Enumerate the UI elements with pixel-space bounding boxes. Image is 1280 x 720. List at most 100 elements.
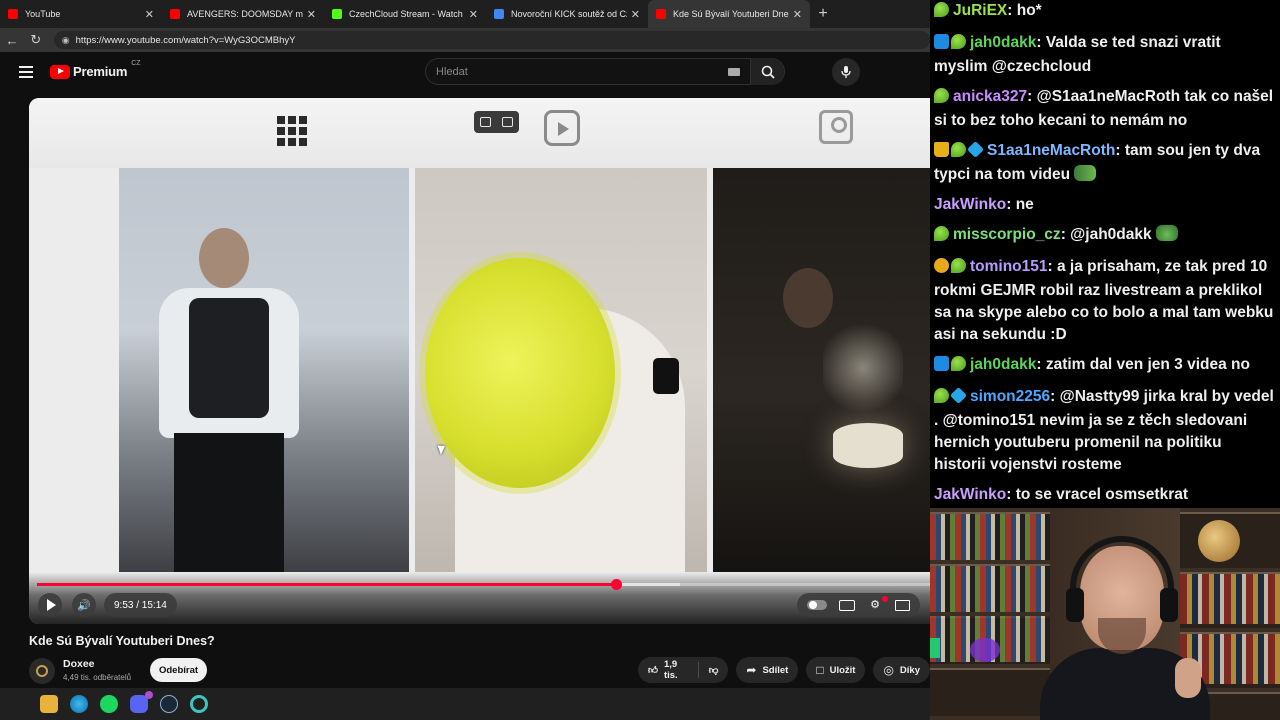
browser-tab[interactable]: Novoroční KICK soutěž od CzechC ✕ — [486, 0, 648, 28]
tab-label: CzechCloud Stream - Watch Live on — [349, 9, 465, 19]
back-icon[interactable]: ← — [0, 33, 24, 48]
profile-icon — [819, 110, 853, 144]
discord-icon[interactable] — [130, 691, 153, 713]
chat-username[interactable]: simon2256 — [970, 388, 1050, 405]
search-box[interactable]: Hledat — [425, 58, 785, 85]
volume-button[interactable]: 🔊 — [72, 593, 96, 617]
chat-message: JuRiEX: ho* — [934, 0, 1274, 24]
streamer-webcam — [930, 508, 1280, 720]
globe-decoration — [1198, 520, 1240, 562]
save-button[interactable]: □ Uložit — [806, 657, 866, 683]
browser-tab[interactable]: Kde Sú Bývalí Youtuberi Dnes ✕ — [648, 0, 810, 28]
url-text: https://www.youtube.com/watch?v=WyG3OCMB… — [75, 34, 296, 46]
channel-avatar[interactable] — [29, 658, 55, 684]
tab-label: Kde Sú Bývalí Youtuberi Dnes — [673, 9, 789, 19]
leaf-badge-icon — [934, 226, 949, 241]
tab-close-icon[interactable]: ✕ — [145, 8, 154, 21]
chat-text: @jah0dakk — [1070, 226, 1152, 243]
search-input[interactable]: Hledat — [436, 66, 728, 78]
new-tab-button[interactable]: + — [810, 0, 836, 28]
chat-username[interactable]: misscorpio_cz — [953, 226, 1061, 243]
chat-username[interactable]: JuRiEX — [953, 2, 1007, 19]
leaf-badge-icon — [934, 388, 949, 403]
url-field[interactable]: ◉ https://www.youtube.com/watch?v=WyG3OC… — [53, 31, 930, 49]
windows-start-icon[interactable] — [12, 696, 28, 712]
tab-label: Novoroční KICK soutěž od CzechC — [511, 9, 627, 19]
like-button[interactable]: 👍︎ 1,9 tis. — [638, 657, 698, 683]
file-explorer-icon[interactable] — [40, 695, 58, 713]
subtitles-icon[interactable] — [839, 599, 855, 611]
video-player[interactable]: 🔊 9:53 / 15:14 ⚙ — [29, 98, 930, 624]
youtube-logo[interactable]: Premium CZ — [50, 60, 141, 79]
tab-close-icon[interactable]: ✕ — [631, 8, 640, 21]
windows-taskbar — [0, 688, 930, 720]
tab-favicon-icon — [332, 9, 342, 19]
video-frame-yellow-ball — [415, 168, 707, 572]
browser-tab[interactable]: AVENGERS: DOOMSDAY mě začíná ✕ — [162, 0, 324, 28]
video-frame-top — [29, 98, 930, 168]
chat-username[interactable]: jah0dakk — [970, 356, 1036, 373]
browser-tab[interactable]: CzechCloud Stream - Watch Live on ✕ — [324, 0, 486, 28]
progress-bar[interactable] — [37, 579, 930, 590]
share-button[interactable]: ➦ Sdílet — [736, 657, 799, 683]
chat-message: jah0dakk: Valda se ted snazi vratit mysl… — [934, 34, 1221, 75]
chat-text: ne — [1015, 196, 1034, 213]
menu-icon[interactable] — [19, 66, 33, 78]
steam-icon[interactable] — [160, 695, 178, 713]
leaf-badge-icon — [951, 356, 966, 371]
chat-username[interactable]: S1aa1neMacRoth — [987, 142, 1115, 159]
chat-username[interactable]: JakWinko — [934, 486, 1006, 503]
tab-close-icon[interactable]: ✕ — [307, 8, 316, 21]
tab-close-icon[interactable]: ✕ — [469, 8, 478, 21]
channel-name[interactable]: Doxee — [63, 658, 95, 670]
thanks-button[interactable]: ◎ Díky — [873, 657, 930, 683]
edge-browser-icon[interactable] — [70, 695, 88, 713]
dislike-button[interactable]: 👎︎ — [699, 657, 729, 683]
video-title: Kde Sú Bývalí Youtuberi Dnes? — [29, 634, 215, 648]
grid-icon — [277, 116, 307, 146]
chat-badges — [934, 258, 968, 280]
tab-label: YouTube — [25, 9, 61, 19]
gem-badge-icon — [967, 141, 984, 158]
miniplayer-icon[interactable] — [895, 599, 910, 611]
reels-icon — [544, 110, 580, 146]
chat-message: anicka327: @S1aa1neMacRoth tak co našel … — [934, 88, 1274, 129]
tab-favicon-icon — [170, 9, 180, 19]
reload-icon[interactable]: ↻ — [24, 32, 48, 48]
play-button[interactable] — [38, 593, 62, 617]
chat-badges — [934, 34, 968, 56]
youtube-play-logo-icon — [50, 64, 70, 79]
autoplay-toggle[interactable] — [807, 600, 827, 610]
right-controls: ⚙ — [797, 593, 920, 617]
voice-search-button[interactable] — [832, 58, 860, 86]
chat-username[interactable]: jah0dakk — [970, 34, 1036, 51]
chat-message: simon2256: @Nastty99 jirka kral by vedel… — [934, 387, 1274, 473]
share-arrow-icon: ➦ — [746, 663, 757, 677]
like-count: 1,9 tis. — [663, 659, 678, 681]
chat-badges — [934, 88, 951, 110]
chat-username[interactable]: tomino151 — [970, 258, 1048, 275]
keyboard-icon[interactable] — [728, 67, 740, 76]
site-info-icon[interactable]: ◉ — [62, 35, 70, 46]
settings-gear-icon[interactable]: ⚙ — [867, 596, 888, 611]
chat-username[interactable]: JakWinko — [934, 196, 1006, 213]
tab-favicon-icon — [8, 9, 18, 19]
video-frame-birthday-cake — [713, 168, 930, 572]
browser-tab[interactable]: YouTube ✕ — [0, 0, 162, 28]
thumbs-down-icon: 👎︎ — [708, 665, 719, 676]
address-bar: ← ↻ ◉ https://www.youtube.com/watch?v=Wy… — [0, 28, 930, 52]
video-frame-person-vest — [119, 168, 409, 572]
chat-message: S1aa1neMacRoth: tam sou jen ty dva typci… — [934, 141, 1261, 183]
chat-text: zatim dal ven jen 3 videa no — [1045, 356, 1250, 373]
chat-username[interactable]: anicka327 — [953, 88, 1027, 105]
chat-message: tomino151: a ja prisaham, ze tak pred 10… — [934, 258, 1274, 343]
mini-toolbar — [474, 111, 519, 133]
subscribe-button[interactable]: Odebírat — [150, 658, 207, 682]
microphone-icon — [841, 66, 851, 78]
chat-text: ho* — [1016, 2, 1042, 19]
tab-close-icon[interactable]: ✕ — [793, 8, 802, 21]
spotify-icon[interactable] — [100, 695, 118, 713]
search-button[interactable] — [750, 58, 784, 85]
obs-icon[interactable] — [190, 695, 208, 713]
chat-badges — [934, 226, 951, 248]
